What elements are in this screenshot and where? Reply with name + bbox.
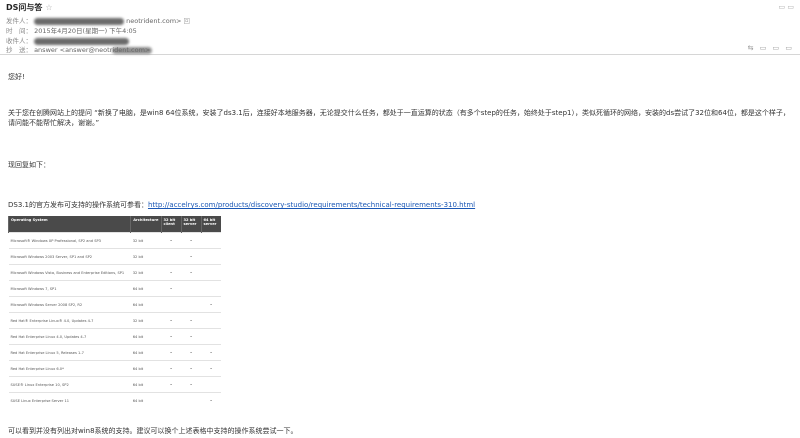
os-cell: Red Hat Enterprise Linux 5, Releases 1-7: [8, 344, 131, 361]
col-arch: Architecture: [130, 216, 161, 233]
os-cell: Red Hat Enterprise Linux 6.0*: [8, 360, 131, 377]
table-row: Red Hat Enterprise Linux 6.0* 64 bit • • •: [8, 360, 221, 377]
greeting: 您好!: [8, 73, 25, 81]
table-row: Microsoft Windows Server 2008 SP2, R2 64 …: [8, 296, 221, 313]
server-64-cell: [201, 248, 221, 265]
server-64-cell: [201, 376, 221, 393]
arch-cell: 64 bit: [130, 376, 161, 393]
arch-cell: 64 bit: [130, 328, 161, 345]
footer-note: 可以看到并没有列出对win8系统的支持。建议可以换个上述表格中支持的操作系统尝试…: [8, 427, 298, 435]
subject-text: DS问与答: [6, 3, 43, 12]
email-subject: DS问与答 ☆: [6, 2, 53, 13]
server-64-cell: [201, 328, 221, 345]
table-row: Red Hat Enterprise Linux 5, Releases 1-7…: [8, 344, 221, 361]
table-row: Red Hat® Enterprise Linux® 4.0, Updates …: [8, 312, 221, 329]
arch-cell: 64 bit: [130, 392, 161, 408]
server-64-cell: [201, 232, 221, 249]
table-header-row: Operating System Architecture 32 bit cli…: [7, 216, 221, 233]
client-32-cell: •: [161, 232, 181, 249]
server-64-cell: •: [201, 296, 221, 313]
server-32-cell: [181, 392, 201, 408]
redacted-cc: [112, 46, 153, 54]
requirements-prefix: DS3.1的官方发布可支持的操作系统可参看：: [8, 201, 148, 209]
arch-cell: 64 bit: [130, 360, 161, 377]
col-os: Operating System: [7, 216, 131, 233]
server-32-cell: •: [181, 264, 201, 281]
arch-cell: 32 bit: [130, 248, 161, 265]
server-32-cell: •: [181, 376, 201, 393]
col-32-server: 32 bit server: [180, 216, 201, 233]
server-32-cell: [181, 296, 201, 313]
arch-cell: 64 bit: [130, 280, 161, 297]
table-row: Microsoft Windows 2003 Server, SP1 and S…: [8, 248, 221, 265]
time-label: 时 间：: [6, 27, 32, 35]
os-support-table: Operating System Architecture 32 bit cli…: [7, 216, 221, 408]
time-row: 时 间： 2015年4月20日(星期一) 下午4:05: [6, 25, 137, 35]
client-32-cell: •: [161, 360, 181, 377]
table-row: Microsoft Windows Vista, Business and En…: [8, 264, 221, 281]
server-64-cell: [201, 312, 221, 329]
os-cell: Microsoft® Windows XP Professional, SP2 …: [8, 232, 131, 249]
from-label: 发件人：: [6, 17, 32, 25]
arch-cell: 64 bit: [130, 344, 161, 361]
requirements-paragraph: DS3.1的官方发布可支持的操作系统可参看：http://accelrys.co…: [8, 200, 475, 210]
client-32-cell: [161, 248, 181, 265]
server-64-cell: [201, 280, 221, 297]
arch-cell: 64 bit: [130, 296, 161, 313]
os-cell: Microsoft Windows Server 2008 SP2, R2: [8, 296, 131, 313]
client-32-cell: •: [161, 312, 181, 329]
arch-cell: 32 bit: [130, 232, 161, 249]
server-64-cell: •: [201, 392, 221, 408]
os-cell: Red Hat Enterprise Linux 4.0, Updates 4-…: [8, 328, 131, 345]
from-row: 发件人： neotrident.com> 回: [6, 15, 190, 25]
col-64-server: 64 bit server: [200, 216, 221, 233]
client-32-cell: •: [161, 280, 181, 297]
server-32-cell: [181, 280, 201, 297]
client-32-cell: [161, 296, 181, 313]
server-32-cell: •: [181, 360, 201, 377]
requirements-link[interactable]: http://accelrys.com/products/discovery-s…: [148, 201, 475, 209]
cc-label: 抄 送：: [6, 46, 32, 54]
table-row: Microsoft® Windows XP Professional, SP2 …: [8, 232, 221, 249]
os-cell: SUSE® Linux Enterprise 10, SP2: [8, 376, 131, 393]
client-32-cell: [161, 392, 181, 408]
client-32-cell: •: [161, 264, 181, 281]
server-64-cell: •: [201, 360, 221, 377]
reply-intro: 现回复如下：: [8, 161, 50, 169]
contact-icon[interactable]: 回: [184, 17, 191, 25]
email-header: DS问与答 ☆ 发件人： neotrident.com> 回 时 间： 2015年…: [0, 0, 800, 55]
table-row: Microsoft Windows 7, SP1 64 bit •: [8, 280, 221, 297]
window-icons[interactable]: ▭ ▭: [779, 3, 794, 11]
server-32-cell: •: [181, 344, 201, 361]
server-32-cell: •: [181, 312, 201, 329]
arch-cell: 32 bit: [130, 312, 161, 329]
client-32-cell: •: [161, 376, 181, 393]
os-cell: Microsoft Windows 2003 Server, SP1 and S…: [8, 248, 131, 265]
server-32-cell: •: [181, 232, 201, 249]
server-64-cell: [201, 264, 221, 281]
table-row: SUSE Linux Enterprise Server 11 64 bit •: [8, 392, 221, 408]
os-cell: Red Hat® Enterprise Linux® 4.0, Updates …: [8, 312, 131, 329]
header-action-icons[interactable]: ⇆ ▭ ▭ ▭: [748, 44, 794, 52]
server-32-cell: •: [181, 248, 201, 265]
redacted-sender: [34, 17, 125, 25]
col-32-client: 32 bit client: [160, 216, 181, 233]
os-cell: SUSE Linux Enterprise Server 11: [8, 392, 131, 408]
star-icon[interactable]: ☆: [45, 3, 52, 12]
question-paragraph: 关于您在创腾网站上的提问 “新换了电脑，是win8 64位系统，安装了ds3.1…: [8, 109, 790, 127]
client-32-cell: •: [161, 328, 181, 345]
client-32-cell: •: [161, 344, 181, 361]
os-cell: Microsoft Windows Vista, Business and En…: [8, 264, 131, 281]
cc-row: 抄 送： answer <answer@neotrident.com>: [6, 44, 153, 54]
table-row: Red Hat Enterprise Linux 4.0, Updates 4-…: [8, 328, 221, 345]
table-row: SUSE® Linux Enterprise 10, SP2 64 bit • •: [8, 376, 221, 393]
from-value[interactable]: neotrident.com>: [126, 17, 181, 25]
server-64-cell: •: [201, 344, 221, 361]
os-cell: Microsoft Windows 7, SP1: [8, 280, 131, 297]
server-32-cell: •: [181, 328, 201, 345]
arch-cell: 32 bit: [130, 264, 161, 281]
time-value: 2015年4月20日(星期一) 下午4:05: [34, 27, 137, 35]
